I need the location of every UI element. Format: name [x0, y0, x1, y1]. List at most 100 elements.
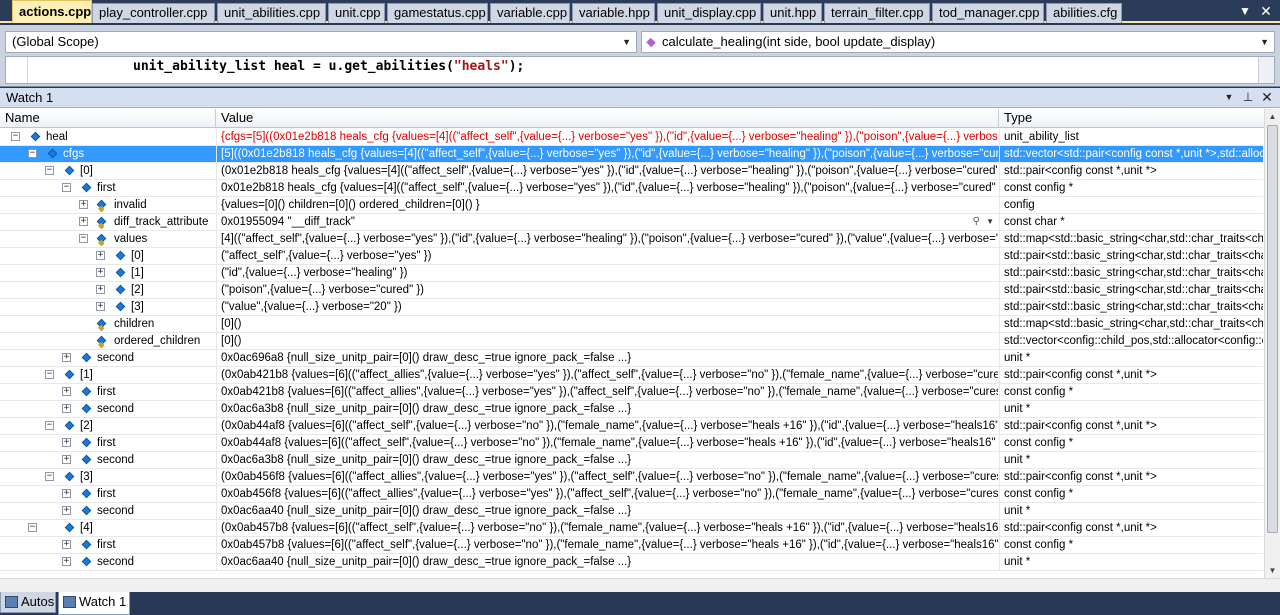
expand-icon[interactable]: + — [62, 489, 71, 498]
expand-icon[interactable]: + — [96, 251, 105, 260]
variable-value[interactable]: {cfgs=[5]((0x01e2b818 heals_cfg {values=… — [216, 129, 998, 145]
variable-value[interactable]: (0x01e2b818 heals_cfg {values=[4](("affe… — [216, 163, 998, 179]
variable-value[interactable]: 0x01e2b818 heals_cfg {values=[4](("affec… — [216, 180, 998, 196]
editor-scrollbar[interactable] — [1258, 57, 1274, 83]
column-header-type[interactable]: Type — [999, 109, 1264, 128]
watch-row-selected[interactable]: − cfgs [5]((0x01e2b818 heals_cfg {values… — [0, 146, 1263, 163]
watch-row[interactable]: − values [4](("affect_self",{value={...}… — [0, 231, 1263, 248]
variable-value[interactable]: 0x0ac696a8 {null_size_unitp_pair=[0]() d… — [216, 350, 998, 366]
variable-value[interactable]: 0x0ab44af8 {values=[6](("affect_self",{v… — [216, 435, 998, 451]
expand-icon[interactable]: + — [62, 557, 71, 566]
watch-row[interactable]: − [4] (0x0ab457b8 {values=[6](("affect_s… — [0, 520, 1263, 537]
watch-row[interactable]: + first 0x0ab456f8 {values=[6](("affect_… — [0, 486, 1263, 503]
expand-icon[interactable]: + — [96, 285, 105, 294]
variable-value[interactable]: [0]() — [216, 316, 998, 332]
collapse-icon[interactable]: − — [45, 166, 54, 175]
scroll-down-icon[interactable]: ▼ — [1265, 563, 1280, 578]
watch-row[interactable]: + second 0x0ac696a8 {null_size_unitp_pai… — [0, 350, 1263, 367]
tab-unit-hpp[interactable]: unit.hpp — [763, 3, 822, 23]
watch-row[interactable]: + [0] ("affect_self",{value={...} verbos… — [0, 248, 1263, 265]
variable-value[interactable]: 0x0ac6a3b8 {null_size_unitp_pair=[0]() d… — [216, 401, 998, 417]
expand-icon[interactable]: + — [62, 455, 71, 464]
tab-list-dropdown-icon[interactable]: ▼ — [1237, 2, 1253, 20]
variable-value[interactable]: (0x0ab421b8 {values=[6](("affect_allies"… — [216, 367, 998, 383]
watch-row[interactable]: − first 0x01e2b818 heals_cfg {values=[4]… — [0, 180, 1263, 197]
variable-value[interactable]: (0x0ab456f8 {values=[6](("affect_allies"… — [216, 469, 998, 485]
watch-row[interactable]: + invalid {values=[0]() children=[0]() o… — [0, 197, 1263, 214]
expand-icon[interactable]: + — [62, 540, 71, 549]
visualizer-dropdown-icon[interactable]: ▼ — [986, 214, 994, 230]
tab-unit-cpp[interactable]: unit.cpp — [328, 3, 385, 23]
collapse-icon[interactable]: − — [28, 149, 37, 158]
expand-icon[interactable]: + — [96, 302, 105, 311]
variable-value[interactable]: [4](("affect_self",{value={...} verbose=… — [216, 231, 998, 247]
variable-value[interactable]: 0x0ab457b8 {values=[6](("affect_self",{v… — [216, 537, 998, 553]
expand-icon[interactable]: + — [96, 268, 105, 277]
tab-tod-manager-cpp[interactable]: tod_manager.cpp — [932, 3, 1044, 23]
watch-row[interactable]: − [3] (0x0ab456f8 {values=[6](("affect_a… — [0, 469, 1263, 486]
column-header-value[interactable]: Value — [216, 109, 999, 128]
watch-row[interactable]: + second 0x0ac6a3b8 {null_size_unitp_pai… — [0, 401, 1263, 418]
tab-play-controller-cpp[interactable]: play_controller.cpp — [92, 3, 215, 23]
watch-horizontal-scrollbar[interactable] — [0, 578, 1280, 592]
collapse-icon[interactable]: − — [45, 472, 54, 481]
function-selector[interactable]: calculate_healing(int side, bool update_… — [641, 31, 1275, 53]
variable-value[interactable]: ("id",{value={...} verbose="healing" }) — [216, 265, 998, 281]
scrollbar-thumb[interactable] — [1267, 125, 1278, 533]
expand-icon[interactable]: + — [79, 217, 88, 226]
variable-value[interactable]: 0x01955094 "__diff_track" ⚲ ▼ — [216, 214, 998, 230]
watch-row[interactable]: + first 0x0ab421b8 {values=[6](("affect_… — [0, 384, 1263, 401]
watch-vertical-scrollbar[interactable]: ▲ ▼ — [1264, 109, 1280, 578]
watch-row[interactable]: − [0] (0x01e2b818 heals_cfg {values=[4](… — [0, 163, 1263, 180]
watch-row[interactable]: + [3] ("value",{value={...} verbose="20"… — [0, 299, 1263, 316]
expand-icon[interactable]: + — [62, 353, 71, 362]
watch-row[interactable]: − [1] (0x0ab421b8 {values=[6](("affect_a… — [0, 367, 1263, 384]
code-line[interactable]: unit_ability_list heal = u.get_abilities… — [5, 56, 1275, 84]
expand-icon[interactable]: + — [79, 200, 88, 209]
watch-row[interactable]: ordered_children [0]() std::vector<confi… — [0, 333, 1263, 350]
variable-value[interactable]: (0x0ab44af8 {values=[6](("affect_self",{… — [216, 418, 998, 434]
tab-gamestatus-cpp[interactable]: gamestatus.cpp — [387, 3, 488, 23]
scope-selector[interactable]: (Global Scope) ▼ — [5, 31, 637, 53]
variable-value[interactable]: 0x0ac6a3b8 {null_size_unitp_pair=[0]() d… — [216, 452, 998, 468]
pin-icon[interactable]: ⊥ — [1240, 88, 1256, 108]
collapse-icon[interactable]: − — [45, 421, 54, 430]
collapse-icon[interactable]: − — [45, 370, 54, 379]
scroll-up-icon[interactable]: ▲ — [1265, 109, 1280, 124]
tab-watch-1[interactable]: Watch 1 — [58, 592, 130, 615]
watch-row[interactable]: + first 0x0ab457b8 {values=[6](("affect_… — [0, 537, 1263, 554]
tab-actions-cpp[interactable]: actions.cpp — [12, 0, 92, 23]
tab-abilities-cfg[interactable]: abilities.cfg — [1046, 3, 1122, 23]
watch-row[interactable]: + first 0x0ab44af8 {values=[6](("affect_… — [0, 435, 1263, 452]
watch-row[interactable]: − heal {cfgs=[5]((0x01e2b818 heals_cfg {… — [0, 129, 1263, 146]
variable-value[interactable]: 0x0ab456f8 {values=[6](("affect_allies",… — [216, 486, 998, 502]
expand-icon[interactable]: + — [62, 506, 71, 515]
watch-row[interactable]: + second 0x0ac6aa40 {null_size_unitp_pai… — [0, 554, 1263, 571]
collapse-icon[interactable]: − — [11, 132, 20, 141]
expand-icon[interactable]: + — [62, 404, 71, 413]
tab-variable-hpp[interactable]: variable.hpp — [572, 3, 655, 23]
collapse-icon[interactable]: − — [28, 523, 37, 532]
magnifier-icon[interactable]: ⚲ — [973, 214, 980, 230]
variable-value[interactable]: (0x0ab457b8 {values=[6](("affect_self",{… — [216, 520, 998, 536]
watch-row[interactable]: + diff_track_attribute 0x01955094 "__dif… — [0, 214, 1263, 231]
tab-terrain-filter-cpp[interactable]: terrain_filter.cpp — [824, 3, 930, 23]
expand-icon[interactable]: + — [62, 387, 71, 396]
variable-value[interactable]: [0]() — [216, 333, 998, 349]
variable-value[interactable]: ("poison",{value={...} verbose="cured" }… — [216, 282, 998, 298]
variable-value[interactable]: 0x0ab421b8 {values=[6](("affect_allies",… — [216, 384, 998, 400]
watch-row[interactable]: + [2] ("poison",{value={...} verbose="cu… — [0, 282, 1263, 299]
new-watch-row[interactable] — [0, 571, 1263, 578]
tab-autos[interactable]: Autos — [0, 592, 56, 613]
watch-row[interactable]: children [0]() std::map<std::basic_strin… — [0, 316, 1263, 333]
panel-menu-icon[interactable]: ▼ — [1221, 88, 1237, 108]
close-document-icon[interactable]: ✕ — [1258, 2, 1274, 20]
collapse-icon[interactable]: − — [62, 183, 71, 192]
close-panel-icon[interactable]: ✕ — [1259, 88, 1275, 108]
variable-value[interactable]: ("value",{value={...} verbose="20" }) — [216, 299, 998, 315]
watch-row[interactable]: + [1] ("id",{value={...} verbose="healin… — [0, 265, 1263, 282]
variable-value[interactable]: [5]((0x01e2b818 heals_cfg {values=[4](("… — [216, 146, 998, 162]
expand-icon[interactable]: + — [62, 438, 71, 447]
collapse-icon[interactable]: − — [79, 234, 88, 243]
variable-value[interactable]: ("affect_self",{value={...} verbose="yes… — [216, 248, 998, 264]
